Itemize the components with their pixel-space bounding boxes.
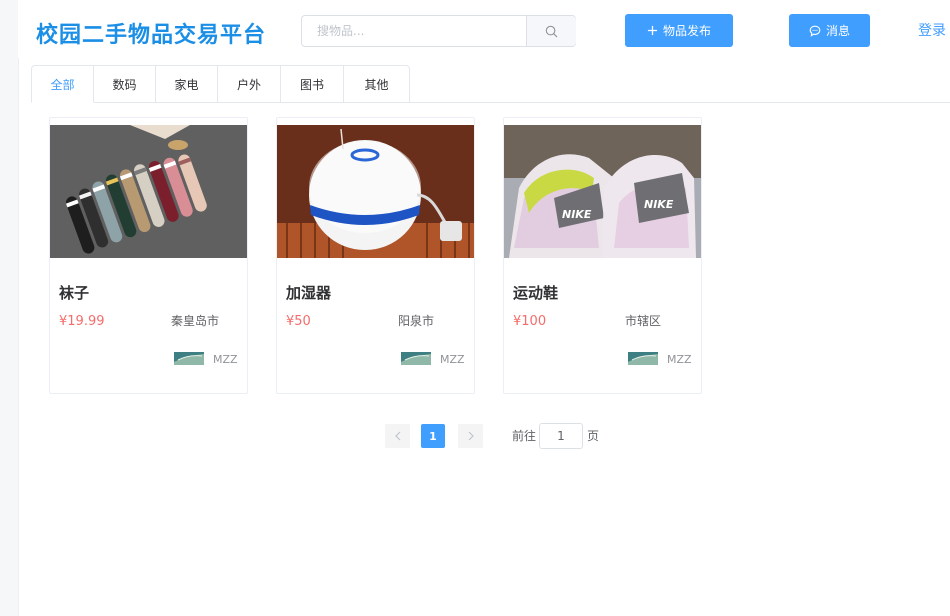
product-card[interactable]: NIKE NIKE 运动鞋 ¥100 市辖区 MZZ [503,117,702,394]
product-price: ¥50 [286,314,311,329]
svg-text:NIKE: NIKE [644,198,674,211]
seller-avatar [174,351,204,365]
product-price: ¥100 [513,314,547,329]
chevron-right-icon [467,431,475,441]
svg-text:NIKE: NIKE [562,208,592,221]
left-edge [0,0,18,616]
prev-page-button[interactable] [385,424,410,448]
search-input[interactable] [302,16,526,46]
message-button-label: 消息 [825,24,850,38]
next-page-button[interactable] [458,424,483,448]
humidifier-photo[interactable] [277,125,474,258]
tab-outdoor[interactable]: 户外 [218,65,281,103]
chat-bubble-icon [809,25,821,37]
divider [18,58,19,616]
goto-page-input[interactable] [539,423,583,449]
search-icon [545,25,558,38]
search-button[interactable] [526,16,576,46]
goto-suffix: 页 [587,429,600,443]
product-price: ¥19.99 [59,314,105,329]
seller-avatar [628,351,658,365]
product-name: 运动鞋 [513,284,559,302]
tab-digital[interactable]: 数码 [94,65,156,103]
category-tabs: 全部 数码 家电 户外 图书 其他 [31,65,950,103]
publish-button[interactable]: 物品发布 [625,14,733,47]
tab-appliances[interactable]: 家电 [156,65,218,103]
product-name: 加湿器 [286,284,332,302]
publish-button-label: 物品发布 [662,24,711,38]
header: 校园二手物品交易平台 物品发布 消息 登录 [0,0,950,62]
page-number[interactable]: 1 [421,424,445,448]
seller-name: MZZ [667,353,692,366]
tab-all[interactable]: 全部 [31,65,94,103]
page: 校园二手物品交易平台 物品发布 消息 登录 全部 数码 家电 [0,0,950,616]
seller-name: MZZ [440,353,465,366]
goto-label: 前往 [512,429,537,443]
search-box [301,15,576,47]
seller-name: MZZ [213,353,238,366]
product-city: 市辖区 [625,314,662,328]
site-title[interactable]: 校园二手物品交易平台 [36,17,266,49]
seller-avatar [401,351,431,365]
product-city: 秦皇岛市 [171,314,220,328]
sneakers-photo[interactable]: NIKE NIKE [504,125,701,258]
chevron-left-icon [394,431,402,441]
product-name: 袜子 [59,284,90,302]
login-link[interactable]: 登录 [918,20,946,40]
plus-icon [647,25,658,36]
tab-books[interactable]: 图书 [281,65,344,103]
product-card[interactable]: 加湿器 ¥50 阳泉市 MZZ [276,117,475,394]
tab-other[interactable]: 其他 [344,65,410,103]
product-city: 阳泉市 [398,314,435,328]
socks-photo[interactable] [50,125,247,258]
message-button[interactable]: 消息 [789,14,870,47]
product-card[interactable]: 袜子 ¥19.99 秦皇岛市 MZZ [49,117,248,394]
